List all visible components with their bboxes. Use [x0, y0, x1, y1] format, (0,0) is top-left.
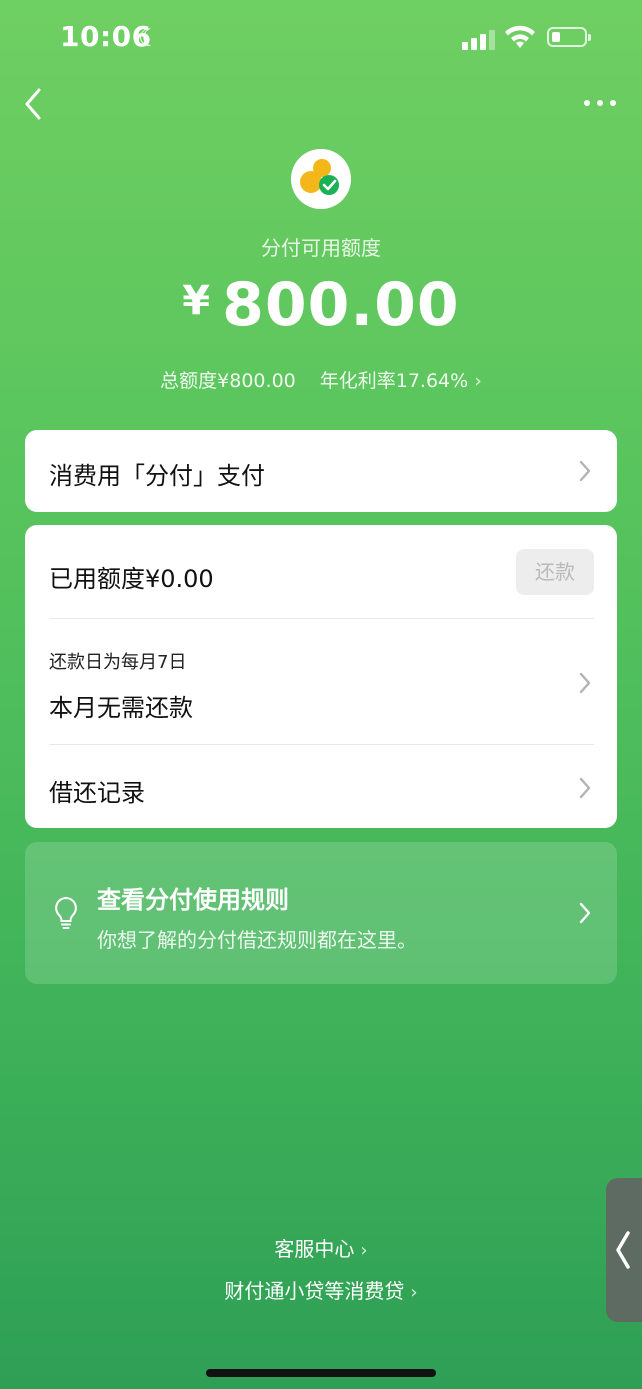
usage-rules-title: 查看分付使用规则: [97, 886, 289, 914]
chevron-left-icon: [616, 1231, 630, 1269]
annual-rate[interactable]: 年化利率17.64%: [320, 370, 468, 392]
chevron-right-icon: ›: [410, 1282, 418, 1303]
limit-info-row[interactable]: 总额度¥800.00 年化利率17.64% ›: [0, 366, 642, 393]
side-drawer-tab[interactable]: [606, 1178, 642, 1322]
moon-icon: ☾: [138, 24, 160, 52]
lender-info-label: 财付通小贷等消费贷: [224, 1279, 405, 1303]
chevron-right-icon: [579, 902, 591, 924]
available-amount-value: 800.00: [222, 270, 460, 340]
available-credit-label: 分付可用额度: [261, 236, 381, 260]
back-arrow-icon[interactable]: [20, 86, 50, 122]
status-bar: 10:06 ☾: [0, 0, 642, 78]
home-indicator: [206, 1369, 436, 1377]
signal-icon: [462, 28, 495, 50]
more-options-icon[interactable]: [582, 92, 618, 116]
lender-info-link[interactable]: 财付通小贷等消费贷 ›: [0, 1275, 642, 1304]
fenfu-logo-icon: [291, 149, 351, 209]
chevron-right-icon: ›: [360, 1240, 368, 1261]
chevron-right-icon: ›: [474, 370, 482, 392]
available-amount: ¥800.00: [0, 270, 642, 340]
divider: [49, 618, 594, 619]
wifi-icon: [505, 25, 535, 48]
battery-icon: [547, 27, 591, 47]
chevron-right-icon: [579, 777, 591, 799]
usage-rules-subtitle: 你想了解的分付借还规则都在这里。: [97, 928, 417, 952]
credit-usage-card: 已用额度¥0.00 还款 还款日为每月7日 本月无需还款 借还记录: [25, 525, 617, 828]
pay-with-fenfu-card[interactable]: 消费用「分付」支付: [25, 430, 617, 512]
repayment-date-subtitle: 还款日为每月7日: [49, 652, 187, 673]
divider: [49, 744, 594, 745]
chevron-right-icon: [579, 460, 591, 482]
borrow-repay-records-label: 借还记录: [49, 779, 145, 807]
usage-rules-card[interactable]: 查看分付使用规则 你想了解的分付借还规则都在这里。: [25, 842, 617, 984]
lightbulb-icon: [55, 896, 77, 929]
repayment-status: 本月无需还款: [49, 694, 193, 722]
used-credit-label: 已用额度¥0.00: [49, 565, 214, 593]
customer-service-link[interactable]: 客服中心 ›: [0, 1233, 642, 1262]
repay-button[interactable]: 还款: [516, 549, 594, 595]
customer-service-label: 客服中心: [274, 1237, 355, 1261]
total-limit: 总额度¥800.00: [160, 370, 296, 392]
currency-symbol: ¥: [182, 278, 211, 324]
pay-with-fenfu-label: 消费用「分付」支付: [49, 462, 265, 490]
chevron-right-icon: [579, 672, 591, 694]
